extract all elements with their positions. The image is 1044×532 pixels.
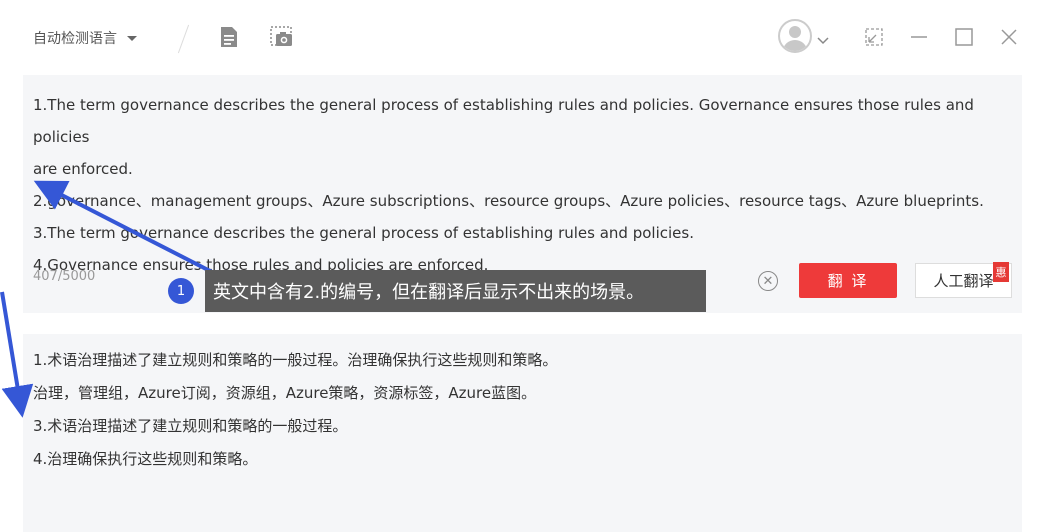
source-line: 2.governance、management groups、Azure sub…: [33, 192, 984, 210]
result-line: 3.术语治理描述了建立规则和策略的一般过程。: [33, 417, 348, 435]
source-text[interactable]: 1.The term governance describes the gene…: [33, 89, 1013, 281]
result-line: 4.治理确保执行这些规则和策略。: [33, 450, 258, 468]
source-line: 3.The term governance describes the gene…: [33, 224, 694, 242]
annotation-arrow: [0, 291, 34, 418]
chevron-down-icon: [127, 35, 137, 41]
translate-button[interactable]: 翻 译: [799, 263, 897, 298]
screenshot-camera-icon[interactable]: [270, 26, 292, 48]
user-avatar[interactable]: [778, 19, 812, 53]
close-icon[interactable]: [999, 27, 1019, 47]
result-line: 治理，管理组，Azure订阅，资源组，Azure策略，资源标签，Azure蓝图。: [33, 384, 537, 402]
maximize-icon[interactable]: [954, 27, 974, 47]
source-text-area[interactable]: 1.The term governance describes the gene…: [23, 75, 1022, 313]
source-line: 1.The term governance describes the gene…: [33, 96, 974, 146]
chevron-down-icon[interactable]: [817, 30, 829, 49]
result-line: 1.术语治理描述了建立规则和策略的一般过程。治理确保执行这些规则和策略。: [33, 351, 558, 369]
translation-text: 1.术语治理描述了建立规则和策略的一般过程。治理确保执行这些规则和策略。 治理，…: [33, 344, 1013, 476]
source-language-label: 自动检测语言: [33, 31, 117, 47]
translation-result-area: 1.术语治理描述了建立规则和策略的一般过程。治理确保执行这些规则和策略。 治理，…: [23, 334, 1022, 532]
mini-mode-icon[interactable]: [864, 27, 884, 47]
promo-badge: 惠: [993, 262, 1009, 282]
character-count: 407/5000: [33, 269, 96, 284]
clear-icon[interactable]: ✕: [758, 271, 778, 291]
source-language-dropdown[interactable]: 自动检测语言: [33, 27, 137, 49]
minimize-icon[interactable]: [909, 27, 929, 47]
source-line: are enforced.: [33, 160, 133, 178]
toolbar-divider: [177, 24, 190, 54]
document-icon[interactable]: [218, 26, 240, 48]
toolbar: 自动检测语言: [0, 0, 1044, 75]
